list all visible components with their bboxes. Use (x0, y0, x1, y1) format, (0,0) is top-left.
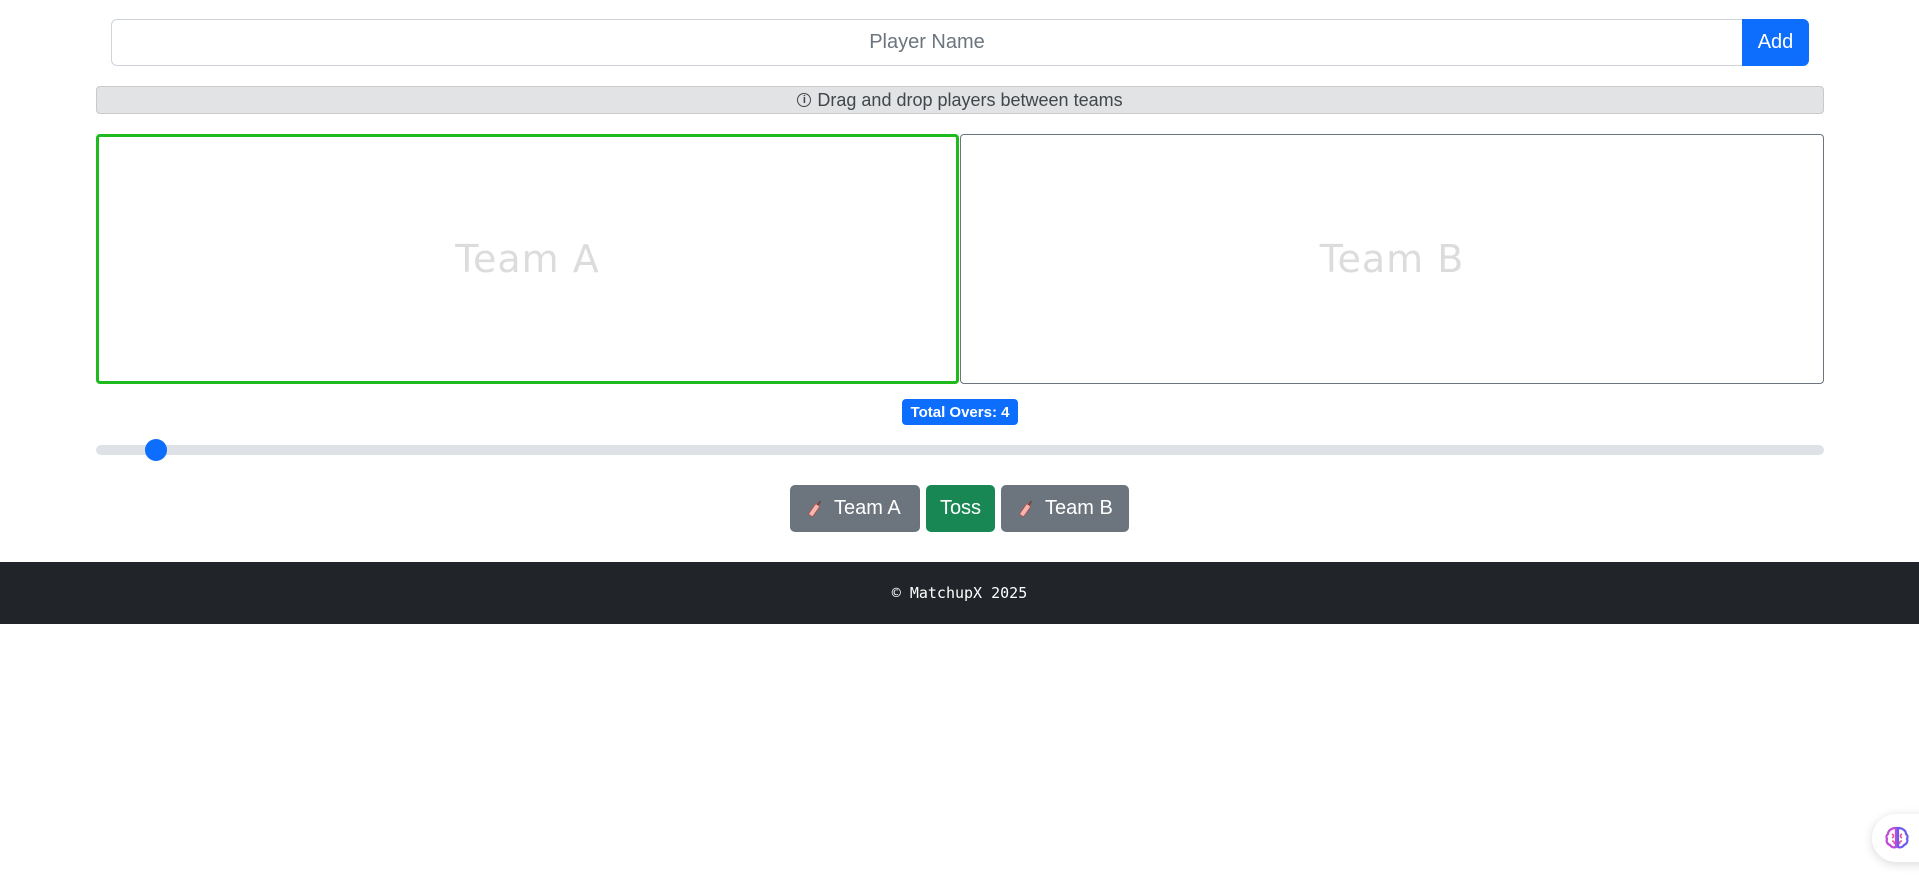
team-a-button-label: Team A (834, 497, 901, 519)
player-name-input[interactable] (111, 19, 1742, 66)
floating-assistant-button[interactable] (1872, 814, 1919, 862)
team-a-title: Team A (455, 237, 600, 281)
cricket-bat-icon (1019, 500, 1033, 517)
total-overs-badge: Total Overs: 4 (902, 399, 1018, 425)
info-circle-icon: i (797, 93, 812, 107)
player-form: Add (111, 19, 1809, 66)
brain-icon (1885, 826, 1909, 849)
toss-button[interactable]: Toss (926, 485, 995, 532)
team-a-dropzone[interactable]: Team A (96, 134, 959, 384)
action-buttons: Team A Toss Team B (0, 485, 1919, 532)
page: Add i Drag and drop players between team… (0, 0, 1919, 896)
team-b-bat-button[interactable]: Team B (1001, 485, 1129, 532)
team-a-bat-button[interactable]: Team A (790, 485, 920, 532)
overs-slider[interactable] (96, 439, 1824, 461)
footer-copyright: © MatchupX 2025 (891, 584, 1028, 602)
info-banner: i Drag and drop players between teams (96, 86, 1824, 114)
team-b-title: Team B (1319, 237, 1465, 281)
cricket-bat-icon (808, 500, 822, 517)
toss-button-label: Toss (939, 497, 982, 519)
team-b-button-label: Team B (1045, 497, 1113, 519)
add-player-button[interactable]: Add (1742, 19, 1809, 66)
team-b-dropzone[interactable]: Team B (960, 134, 1824, 384)
footer: © MatchupX 2025 (0, 562, 1919, 624)
overs-slider-thumb[interactable] (145, 439, 168, 461)
info-banner-text: Drag and drop players between teams (817, 89, 1123, 110)
